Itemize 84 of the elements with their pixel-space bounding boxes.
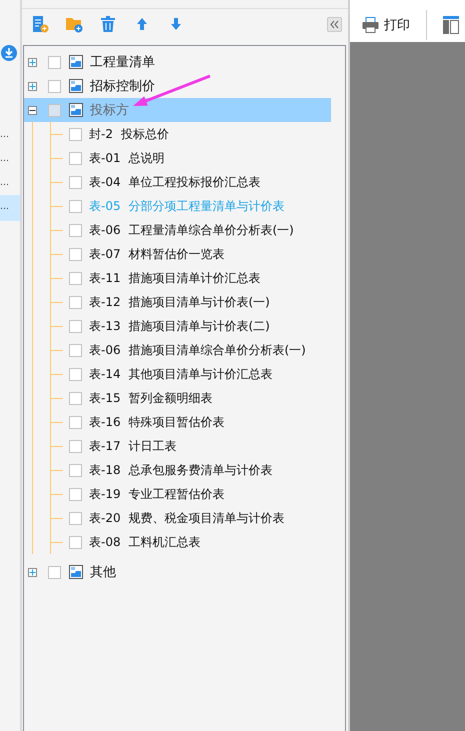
- download-icon[interactable]: [1, 45, 17, 61]
- report-icon: [69, 103, 83, 117]
- checkbox[interactable]: [69, 272, 82, 284]
- tree-node[interactable]: 表-01 总说明: [51, 146, 345, 170]
- node-label: 表-11 措施项目清单计价汇总表: [89, 270, 260, 286]
- delete-icon[interactable]: [98, 14, 118, 34]
- list-item[interactable]: …: [0, 147, 20, 171]
- printer-icon: [362, 17, 379, 33]
- checkbox[interactable]: [48, 566, 61, 578]
- checkbox[interactable]: [48, 56, 61, 68]
- expand-icon[interactable]: [28, 58, 37, 66]
- tree-node[interactable]: 表-04 单位工程投标报价汇总表: [51, 170, 345, 194]
- tree-node[interactable]: 工程量清单: [24, 50, 345, 74]
- checkbox[interactable]: [69, 152, 82, 164]
- node-label: 表-20 规费、税金项目清单与计价表: [89, 510, 284, 526]
- tree-node[interactable]: 表-14 其他项目清单与计价汇总表: [51, 362, 345, 386]
- checkbox[interactable]: [48, 104, 61, 116]
- report-icon: [69, 79, 83, 93]
- tree-node[interactable]: 封-2 投标总价: [51, 122, 345, 146]
- node-label: 表-04 单位工程投标报价汇总表: [89, 174, 260, 190]
- tree-node[interactable]: 表-06 工程量清单综合单价分析表(一): [51, 218, 345, 242]
- list-item[interactable]: …: [0, 171, 20, 195]
- node-label: 表-19 专业工程暂估价表: [89, 486, 224, 502]
- node-label: 表-01 总说明: [89, 150, 164, 166]
- collapse-button[interactable]: [327, 16, 342, 32]
- node-label: 表-06 工程量清单综合单价分析表(一): [89, 222, 294, 238]
- tree-node[interactable]: 表-20 规费、税金项目清单与计价表: [51, 506, 345, 530]
- node-label: 表-14 其他项目清单与计价汇总表: [89, 366, 272, 382]
- tree-node[interactable]: 投标方: [24, 98, 331, 122]
- node-label: 表-17 计日工表: [89, 438, 176, 454]
- checkbox[interactable]: [69, 488, 82, 500]
- checkbox[interactable]: [69, 176, 82, 188]
- double-chevron-icon: [329, 20, 340, 28]
- node-label: 其他: [90, 564, 116, 581]
- checkbox[interactable]: [69, 440, 82, 452]
- node-label: 封-2 投标总价: [89, 126, 169, 142]
- expand-icon[interactable]: [28, 82, 37, 90]
- node-label: 表-18 总承包服务费清单与计价表: [89, 462, 272, 478]
- checkbox[interactable]: [69, 512, 82, 524]
- checkbox[interactable]: [69, 368, 82, 380]
- node-label: 表-05 分部分项工程量清单与计价表: [89, 198, 284, 214]
- node-label: 表-16 特殊项目暂估价表: [89, 414, 224, 430]
- node-label: 表-12 措施项目清单与计价表(一): [89, 294, 270, 310]
- tree-node[interactable]: 表-11 措施项目清单计价汇总表: [51, 266, 345, 290]
- list-item[interactable]: …: [0, 123, 20, 147]
- tree-node[interactable]: 表-12 措施项目清单与计价表(一): [51, 290, 345, 314]
- report-icon: [69, 565, 83, 579]
- checkbox[interactable]: [69, 416, 82, 428]
- node-label: 表-07 材料暂估价一览表: [89, 246, 224, 262]
- tree-node[interactable]: 表-06 措施项目清单综合单价分析表(一): [51, 338, 345, 362]
- node-label: 投标方: [90, 102, 129, 119]
- checkbox[interactable]: [48, 80, 61, 92]
- node-label: 表-13 措施项目清单与计价表(二): [89, 318, 270, 334]
- expand-icon[interactable]: [28, 568, 37, 576]
- tree-node[interactable]: 表-07 材料暂估价一览表: [51, 242, 345, 266]
- checkbox[interactable]: [69, 200, 82, 212]
- layout-icon[interactable]: [443, 16, 459, 34]
- tree-node[interactable]: 招标控制价: [24, 74, 345, 98]
- report-icon: [69, 55, 83, 69]
- tree-node[interactable]: 表-15 暂列金额明细表: [51, 386, 345, 410]
- checkbox[interactable]: [69, 224, 82, 236]
- add-file-icon[interactable]: [30, 14, 50, 34]
- checkbox[interactable]: [69, 392, 82, 404]
- tree-node[interactable]: 表-16 特殊项目暂估价表: [51, 410, 345, 434]
- checkbox[interactable]: [69, 296, 82, 308]
- checkbox[interactable]: [69, 320, 82, 332]
- checkbox[interactable]: [69, 536, 82, 548]
- tree-node[interactable]: 表-18 总承包服务费清单与计价表: [51, 458, 345, 482]
- checkbox[interactable]: [69, 248, 82, 260]
- tree-node[interactable]: 表-08 工料机汇总表: [51, 530, 345, 554]
- node-label: 工程量清单: [90, 54, 155, 71]
- checkbox[interactable]: [69, 128, 82, 140]
- node-label: 表-15 暂列金额明细表: [89, 390, 212, 406]
- checkbox[interactable]: [69, 464, 82, 476]
- node-label: 表-06 措施项目清单综合单价分析表(一): [89, 342, 306, 358]
- collapse-icon[interactable]: [28, 106, 37, 114]
- tree-node[interactable]: 表-13 措施项目清单与计价表(二): [51, 314, 345, 338]
- node-label: 表-08 工料机汇总表: [89, 534, 200, 550]
- checkbox[interactable]: [69, 344, 82, 356]
- list-item[interactable]: …: [0, 195, 20, 221]
- node-label: 招标控制价: [90, 78, 155, 95]
- tree-node[interactable]: 表-19 专业工程暂估价表: [51, 482, 345, 506]
- tree-node[interactable]: 表-17 计日工表: [51, 434, 345, 458]
- tree-node[interactable]: 其他: [24, 560, 345, 584]
